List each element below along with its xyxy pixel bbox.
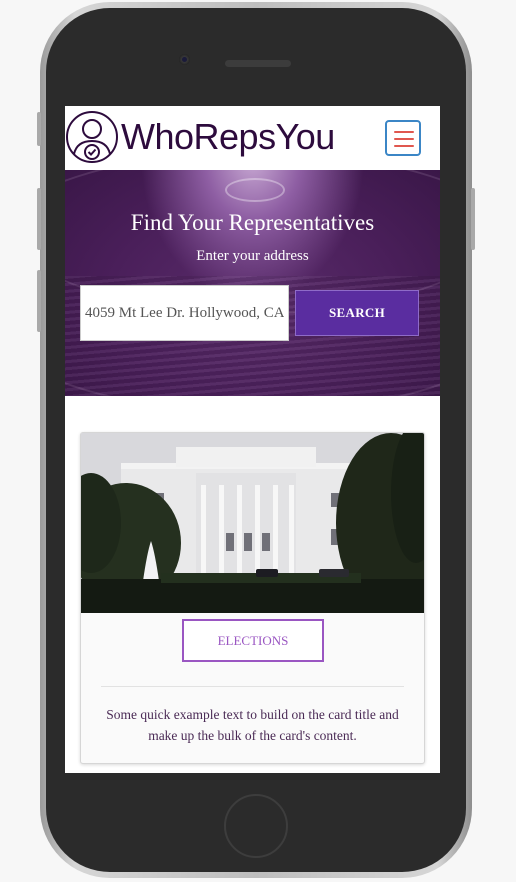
brand-name[interactable]: WhoRepsYou bbox=[121, 116, 335, 158]
hero-banner: Find Your Representatives Enter your add… bbox=[65, 170, 440, 396]
hamburger-menu-icon[interactable] bbox=[385, 120, 421, 156]
elections-button[interactable]: ELECTIONS bbox=[182, 619, 324, 662]
phone-home-button bbox=[224, 794, 288, 858]
app-screen: WhoRepsYou Find Your Representatives Ent… bbox=[65, 106, 440, 773]
navbar: WhoRepsYou bbox=[65, 106, 440, 170]
phone-speaker bbox=[225, 60, 291, 67]
phone-volume-down bbox=[37, 270, 41, 332]
elections-card: ELECTIONS Some quick example text to bui… bbox=[80, 432, 425, 764]
search-button[interactable]: SEARCH bbox=[295, 290, 419, 336]
hero-title: Find Your Representatives bbox=[130, 210, 375, 235]
phone-volume-up bbox=[37, 188, 41, 250]
phone-camera bbox=[179, 54, 190, 65]
hero-subtitle: Enter your address bbox=[196, 248, 309, 264]
phone-side-button bbox=[37, 112, 41, 146]
white-house-image bbox=[81, 433, 424, 613]
hero-decor-seal bbox=[225, 178, 285, 202]
user-check-icon[interactable] bbox=[65, 110, 119, 164]
card-text: Some quick example text to build on the … bbox=[106, 707, 399, 743]
phone-power-button bbox=[471, 188, 475, 250]
card-divider bbox=[101, 686, 404, 687]
address-input[interactable] bbox=[80, 285, 289, 341]
